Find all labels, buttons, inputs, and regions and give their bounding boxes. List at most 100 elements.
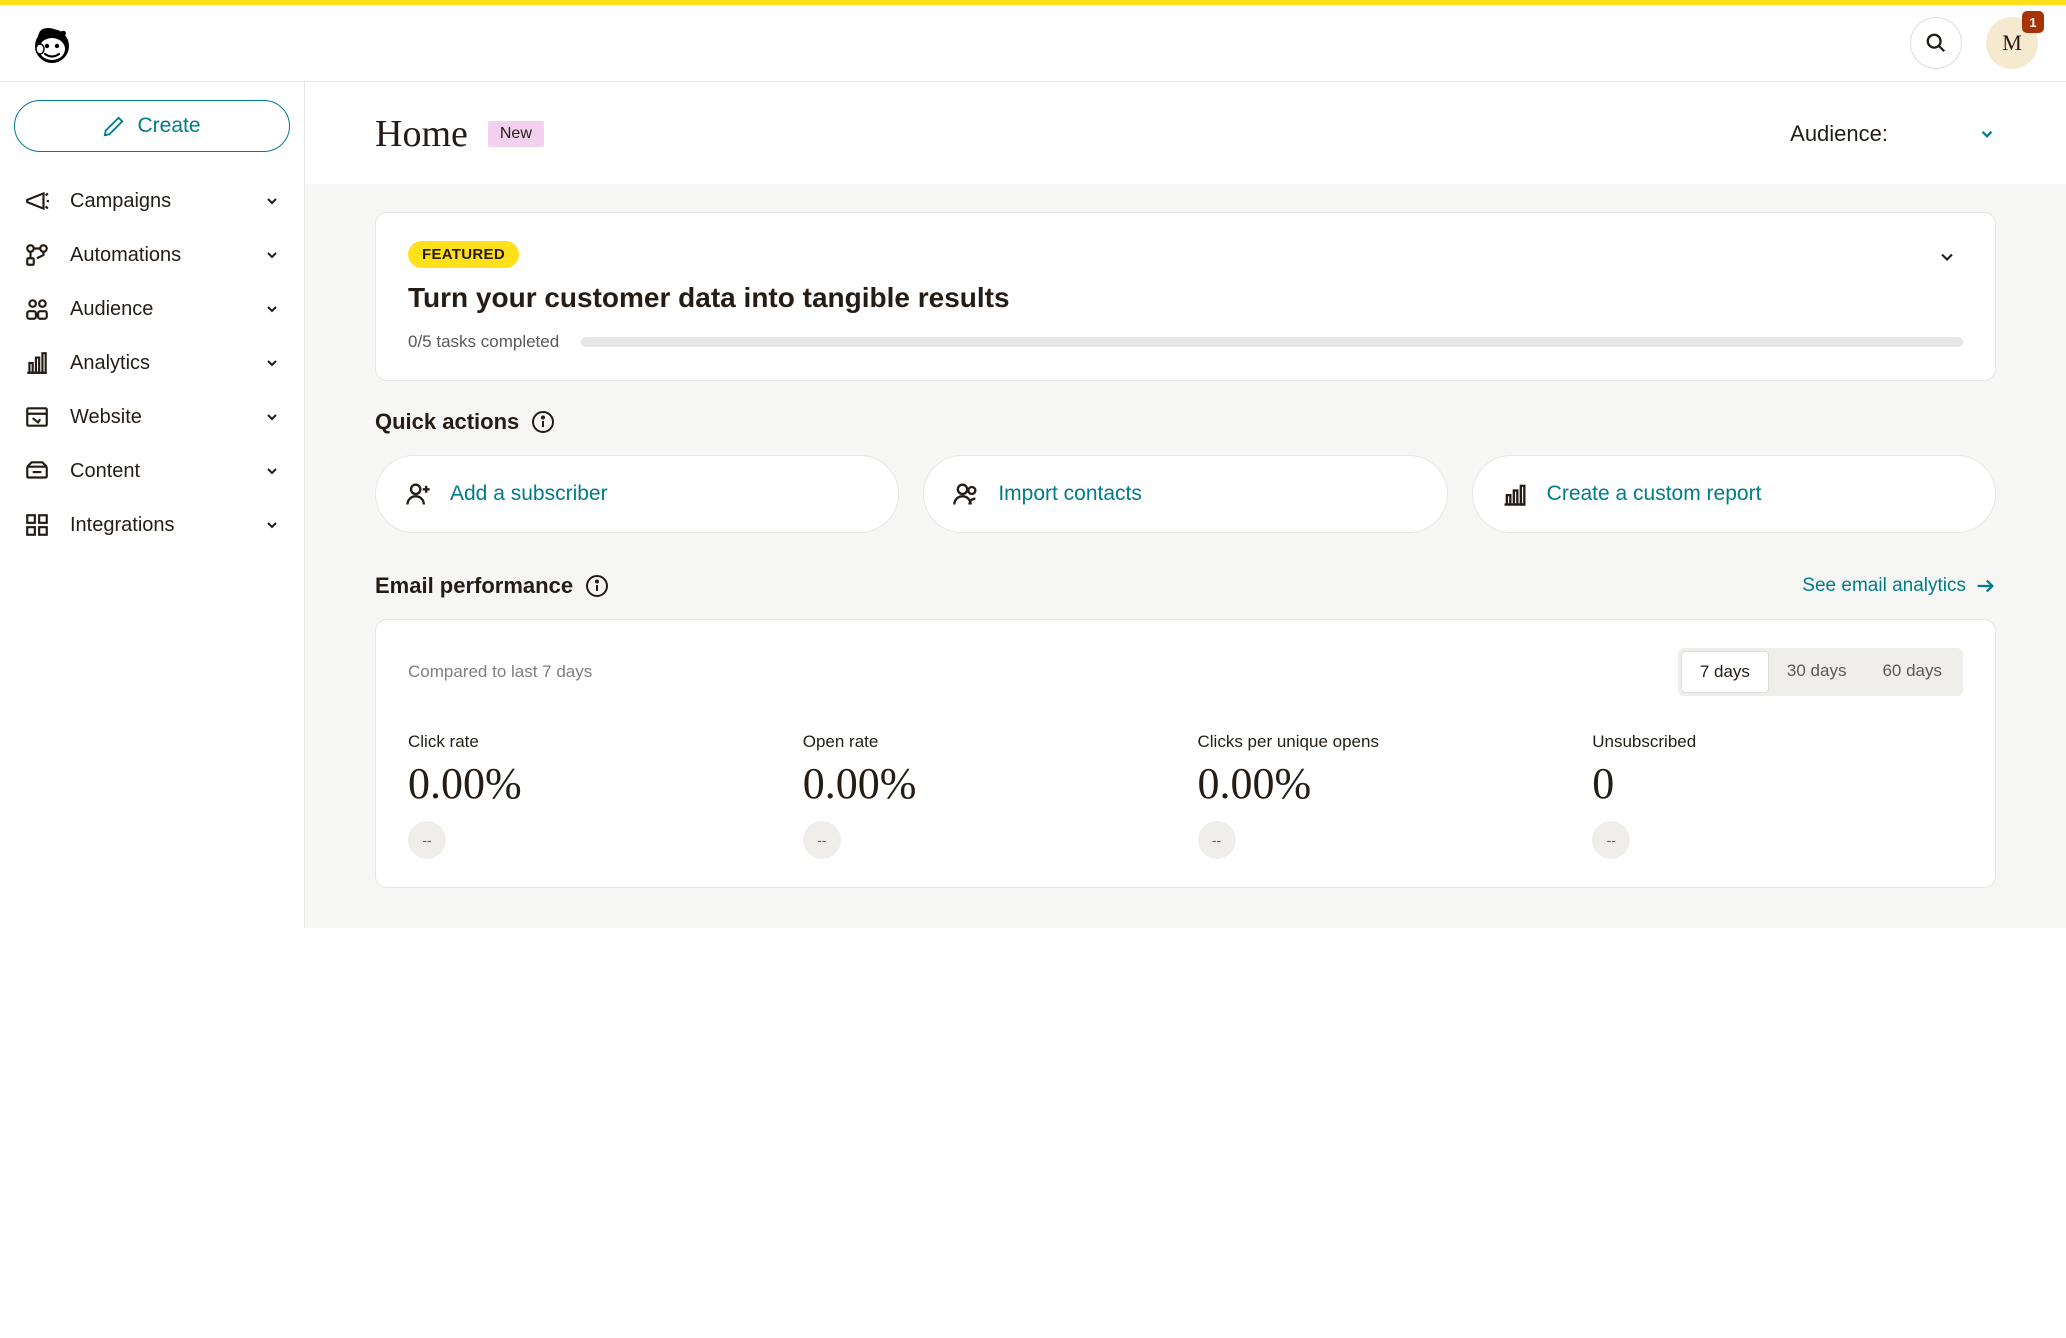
automation-icon (24, 242, 50, 268)
layout: Create Campaigns Automations (0, 82, 2066, 928)
sidebar-item-campaigns[interactable]: Campaigns (14, 174, 290, 228)
quick-actions-row: Add a subscriber Import contacts Create … (375, 455, 1996, 533)
metric-clicks-per-unique: Clicks per unique opens 0.00% -- (1198, 732, 1569, 859)
nav-label: Campaigns (70, 190, 171, 213)
website-icon (24, 404, 50, 430)
progress-text: 0/5 tasks completed (408, 332, 559, 352)
avatar-initial: M (2002, 30, 2022, 56)
metric-label: Click rate (408, 732, 779, 752)
section-title: Email performance (375, 573, 573, 599)
megaphone-icon (24, 188, 50, 214)
chevron-down-icon (1978, 125, 1996, 143)
arrow-right-icon (1974, 575, 1996, 597)
nav-label: Content (70, 460, 140, 483)
sidebar: Create Campaigns Automations (0, 82, 305, 928)
notification-badge[interactable]: 1 (2022, 11, 2044, 33)
topbar-right: M 1 (1910, 17, 2038, 69)
metric-open-rate: Open rate 0.00% -- (803, 732, 1174, 859)
analytics-icon (24, 350, 50, 376)
compared-text: Compared to last 7 days (408, 662, 592, 682)
main-content: Home New Audience: FEATURED Turn your cu… (305, 82, 2066, 928)
email-performance-header: Email performance See email analytics (375, 573, 1996, 599)
nav-label: Audience (70, 298, 153, 321)
nav-label: Website (70, 406, 142, 429)
chevron-down-icon (264, 409, 280, 425)
metric-value: 0 (1592, 758, 1963, 809)
metric-label: Unsubscribed (1592, 732, 1963, 752)
quick-action-label: Create a custom report (1547, 482, 1762, 506)
chevron-down-icon (264, 517, 280, 533)
audience-dropdown[interactable]: Audience: (1790, 121, 1996, 147)
quick-action-import-contacts[interactable]: Import contacts (923, 455, 1447, 533)
quick-action-label: Add a subscriber (450, 482, 608, 506)
link-text: See email analytics (1802, 575, 1966, 597)
new-badge: New (488, 121, 544, 147)
featured-progress: 0/5 tasks completed (408, 332, 1963, 352)
email-performance-card: Compared to last 7 days 7 days 30 days 6… (375, 619, 1996, 888)
see-email-analytics-link[interactable]: See email analytics (1802, 575, 1996, 597)
nav-label: Automations (70, 244, 181, 267)
content-area: FEATURED Turn your customer data into ta… (305, 184, 2066, 928)
quick-action-label: Import contacts (998, 482, 1142, 506)
pencil-icon (103, 115, 125, 137)
range-tab-60days[interactable]: 60 days (1864, 651, 1960, 693)
page-title: Home (375, 112, 468, 156)
featured-badge: FEATURED (408, 241, 519, 268)
topbar-left (28, 19, 76, 67)
chevron-down-icon (264, 301, 280, 317)
chevron-down-icon (264, 355, 280, 371)
metric-change: -- (408, 821, 446, 859)
featured-card: FEATURED Turn your customer data into ta… (375, 212, 1996, 381)
audience-label: Audience: (1790, 121, 1888, 147)
avatar-container: M 1 (1986, 17, 2038, 69)
quick-action-custom-report[interactable]: Create a custom report (1472, 455, 1996, 533)
nav-label: Analytics (70, 352, 150, 375)
featured-title: Turn your customer data into tangible re… (408, 282, 1010, 314)
chevron-down-icon[interactable] (1931, 241, 1963, 273)
metric-label: Clicks per unique opens (1198, 732, 1569, 752)
user-plus-icon (404, 480, 432, 508)
chevron-down-icon (264, 193, 280, 209)
sidebar-item-integrations[interactable]: Integrations (14, 498, 290, 552)
search-icon (1925, 32, 1947, 54)
report-icon (1501, 480, 1529, 508)
sidebar-item-content[interactable]: Content (14, 444, 290, 498)
integrations-icon (24, 512, 50, 538)
range-tabs: 7 days 30 days 60 days (1678, 648, 1963, 696)
metric-label: Open rate (803, 732, 1174, 752)
section-title: Quick actions (375, 409, 519, 435)
sidebar-item-automations[interactable]: Automations (14, 228, 290, 282)
users-icon (952, 480, 980, 508)
range-tab-30days[interactable]: 30 days (1769, 651, 1865, 693)
audience-icon (24, 296, 50, 322)
info-icon[interactable] (585, 574, 609, 598)
sidebar-item-website[interactable]: Website (14, 390, 290, 444)
sidebar-item-analytics[interactable]: Analytics (14, 336, 290, 390)
metric-value: 0.00% (408, 758, 779, 809)
quick-action-add-subscriber[interactable]: Add a subscriber (375, 455, 899, 533)
create-label: Create (137, 114, 200, 138)
info-icon[interactable] (531, 410, 555, 434)
metric-value: 0.00% (1198, 758, 1569, 809)
metrics-row: Click rate 0.00% -- Open rate 0.00% -- C… (408, 732, 1963, 859)
nav-label: Integrations (70, 514, 175, 537)
metric-change: -- (1198, 821, 1236, 859)
chevron-down-icon (264, 247, 280, 263)
progress-bar (581, 337, 1963, 347)
sidebar-item-audience[interactable]: Audience (14, 282, 290, 336)
content-icon (24, 458, 50, 484)
range-tab-7days[interactable]: 7 days (1681, 651, 1769, 693)
metric-unsubscribed: Unsubscribed 0 -- (1592, 732, 1963, 859)
page-header: Home New Audience: (305, 82, 2066, 184)
metric-click-rate: Click rate 0.00% -- (408, 732, 779, 859)
metric-change: -- (803, 821, 841, 859)
chevron-down-icon (264, 463, 280, 479)
notification-count: 1 (2029, 15, 2036, 30)
search-button[interactable] (1910, 17, 1962, 69)
create-button[interactable]: Create (14, 100, 290, 152)
metric-change: -- (1592, 821, 1630, 859)
quick-actions-header: Quick actions (375, 409, 1996, 435)
metric-value: 0.00% (803, 758, 1174, 809)
topbar: M 1 (0, 5, 2066, 82)
mailchimp-logo[interactable] (28, 19, 76, 67)
